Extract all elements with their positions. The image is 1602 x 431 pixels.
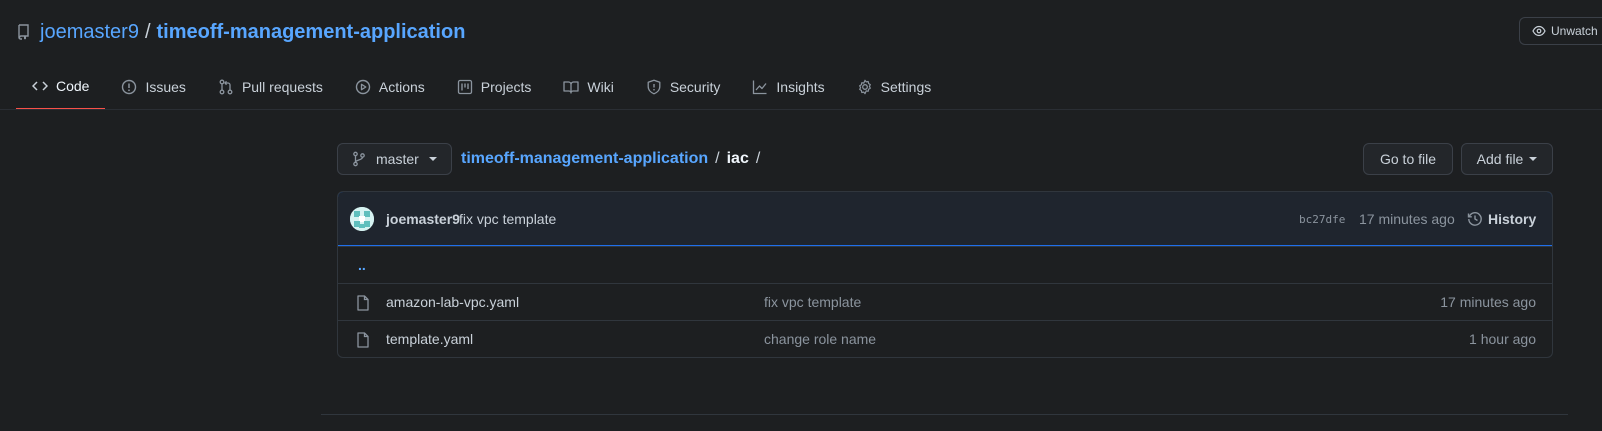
file-list: joemaster9 fix vpc template bc27dfe 17 m… (337, 191, 1553, 358)
table-row[interactable]: amazon-lab-vpc.yaml fix vpc template 17 … (338, 283, 1552, 320)
tab-wiki[interactable]: Wiki (547, 64, 629, 110)
add-file-button[interactable]: Add file (1461, 143, 1553, 175)
file-icon (356, 295, 370, 311)
history-icon (1467, 211, 1488, 227)
file-commit-message-link[interactable]: fix vpc template (764, 294, 861, 310)
tab-label: Insights (776, 79, 825, 95)
project-icon (457, 79, 481, 95)
gear-icon (857, 79, 881, 95)
tab-security[interactable]: Security (630, 64, 737, 110)
branch-select-button[interactable]: master (337, 143, 452, 175)
commit-author-link[interactable]: joemaster9 (386, 211, 460, 227)
file-name-link[interactable]: template.yaml (386, 331, 473, 347)
file-commit-message-link[interactable]: change role name (764, 331, 876, 347)
file-commit-time: 1 hour ago (1469, 331, 1536, 347)
repo-name-link[interactable]: timeoff-management-application (157, 21, 466, 44)
breadcrumb-root-link[interactable]: timeoff-management-application (461, 150, 708, 168)
unwatch-label: Unwatch (1551, 24, 1598, 38)
shield-icon (646, 79, 670, 95)
add-file-label: Add file (1476, 151, 1524, 167)
tab-insights[interactable]: Insights (736, 64, 840, 110)
breadcrumb: timeoff-management-application / iac / (461, 150, 767, 168)
tab-label: Issues (145, 79, 186, 95)
tab-issues[interactable]: Issues (105, 64, 201, 110)
chevron-down-icon (1529, 157, 1538, 161)
commit-message-link[interactable]: fix vpc template (459, 211, 556, 227)
issue-icon (121, 79, 145, 95)
pull-request-icon (218, 79, 242, 95)
breadcrumb-current-dir: iac (726, 150, 749, 167)
file-commit-time: 17 minutes ago (1440, 294, 1536, 310)
tab-label: Projects (480, 79, 532, 95)
play-icon (355, 79, 379, 95)
tab-label: Code (56, 78, 90, 94)
history-link[interactable]: History (1467, 211, 1536, 227)
footer-divider (321, 414, 1568, 415)
branch-name: master (376, 151, 419, 167)
tab-actions[interactable]: Actions (339, 64, 441, 110)
tab-projects[interactable]: Projects (441, 64, 548, 110)
eye-icon (1532, 25, 1551, 37)
tab-pull-requests[interactable]: Pull requests (202, 64, 339, 110)
tabs-divider (0, 109, 1602, 110)
repo-icon (18, 24, 32, 40)
parent-directory-link[interactable]: .. (358, 257, 366, 273)
tab-label: Settings (880, 79, 932, 95)
repo-owner-link[interactable]: joemaster9 (40, 21, 139, 44)
repo-tabs: Code Issues Pull requests Actions Projec… (16, 64, 947, 110)
chevron-down-icon (428, 157, 437, 161)
code-icon (32, 78, 56, 94)
tab-label: Security (669, 79, 721, 95)
file-icon (356, 332, 370, 348)
table-row[interactable]: template.yaml change role name 1 hour ag… (338, 320, 1552, 357)
repo-separator: / (144, 20, 151, 43)
parent-directory-row[interactable]: .. (338, 246, 1552, 283)
breadcrumb-separator: / (715, 150, 720, 167)
commit-sha-link[interactable]: bc27dfe (1299, 213, 1345, 226)
branch-icon (352, 151, 376, 167)
latest-commit-bar: joemaster9 fix vpc template bc27dfe 17 m… (338, 192, 1552, 246)
tab-code[interactable]: Code (16, 64, 106, 110)
tab-label: Pull requests (241, 79, 323, 95)
unwatch-button[interactable]: Unwatch (1519, 17, 1602, 45)
go-to-file-label: Go to file (1379, 151, 1437, 167)
tab-settings[interactable]: Settings (841, 64, 948, 110)
file-name-link[interactable]: amazon-lab-vpc.yaml (386, 294, 519, 310)
book-icon (563, 79, 587, 95)
tab-label: Wiki (587, 79, 614, 95)
repo-header: joemaster9 / timeoff-management-applicat… (18, 18, 465, 46)
go-to-file-button[interactable]: Go to file (1363, 143, 1453, 175)
commit-time: 17 minutes ago (1359, 211, 1455, 227)
graph-icon (752, 79, 776, 95)
history-label: History (1488, 211, 1537, 227)
avatar[interactable] (350, 207, 374, 231)
breadcrumb-separator: / (755, 150, 761, 167)
tab-label: Actions (378, 79, 425, 95)
